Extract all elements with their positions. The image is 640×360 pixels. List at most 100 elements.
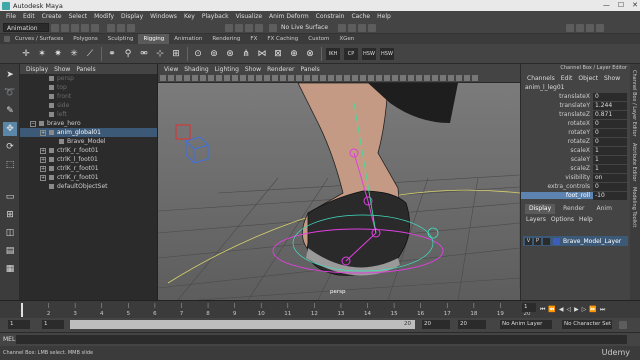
menu-anim-deform[interactable]: Anim Deform [268, 13, 310, 20]
viewport-tool-icon[interactable] [168, 75, 174, 81]
range-slider-bar[interactable]: 20 [70, 320, 415, 329]
attribute-name[interactable]: visibility [521, 174, 593, 181]
tool-settings-icon[interactable] [586, 23, 595, 32]
magnet-icon[interactable] [269, 23, 277, 32]
layer-menu-options[interactable]: Options [551, 216, 574, 223]
viewport-tool-icon[interactable] [312, 75, 318, 81]
undo-icon[interactable] [81, 23, 89, 32]
live-surface-label[interactable]: No Live Surface [281, 24, 328, 31]
attribute-value-field[interactable]: 0 [593, 182, 627, 191]
layer-tab-anim[interactable]: Anim [593, 204, 616, 214]
attribute-row[interactable]: visibility on [521, 173, 630, 182]
go-to-end-icon[interactable]: ⏭ [600, 306, 605, 314]
current-time-marker[interactable] [21, 303, 23, 317]
close-button[interactable]: ✕ [632, 1, 638, 9]
viewport-tool-icon[interactable] [280, 75, 286, 81]
viewport-menu-show[interactable]: Show [245, 66, 261, 73]
menu-constrain[interactable]: Constrain [315, 13, 346, 20]
ikh-tool-icon[interactable]: IKH [326, 47, 340, 60]
viewport-tool-icon[interactable] [384, 75, 390, 81]
outliner-item[interactable]: Brave_Model [20, 137, 157, 146]
attribute-value-field[interactable]: 1 [593, 146, 627, 155]
attribute-value-field[interactable]: 0.871 [593, 110, 627, 119]
side-tab[interactable]: Modeling Toolkit [631, 187, 637, 227]
snap-view-icon[interactable] [255, 23, 263, 32]
snap-grid-icon[interactable] [225, 23, 233, 32]
expand-toggle-icon[interactable]: + [40, 129, 46, 136]
shelf-tab-sculpting[interactable]: Sculpting [103, 34, 139, 44]
viewport-menu-shading[interactable]: Shading [184, 66, 208, 73]
modeling-toolkit-icon[interactable] [566, 23, 575, 32]
viewport-tool-icon[interactable] [176, 75, 182, 81]
viewport-tool-icon[interactable] [272, 75, 278, 81]
attribute-name[interactable]: translateY [521, 102, 593, 109]
paint-weights-icon[interactable]: ⚲ [122, 48, 134, 60]
pole-vector-icon[interactable]: ⋈ [256, 48, 268, 60]
shelf-tab-animation[interactable]: Animation [169, 34, 207, 44]
current-frame-field[interactable]: 1 [522, 303, 536, 312]
mel-input[interactable] [16, 335, 627, 344]
attribute-name[interactable]: rotateY [521, 129, 593, 136]
expand-toggle-icon[interactable]: − [30, 120, 36, 127]
expand-toggle-icon[interactable]: + [40, 147, 46, 154]
attribute-value-field[interactable]: 1 [593, 155, 627, 164]
expand-toggle-icon[interactable]: + [40, 156, 46, 163]
render-settings-icon[interactable] [358, 23, 367, 32]
rotate-tool-icon[interactable]: ⟳ [3, 140, 17, 154]
shelf-tab-fx-caching[interactable]: FX Caching [262, 34, 303, 44]
layer-type-toggle[interactable] [543, 237, 550, 245]
attribute-value-field[interactable]: 1 [593, 164, 627, 173]
outliner-item[interactable]: + ctrlK_l_foot01 [20, 155, 157, 164]
viewport-tool-icon[interactable] [336, 75, 342, 81]
outliner-item[interactable]: + ctrlK_r_foot01 [20, 173, 157, 182]
attribute-editor-icon[interactable] [576, 23, 585, 32]
viewport-tool-icon[interactable] [344, 75, 350, 81]
viewport-menu-renderer[interactable]: Renderer [267, 66, 294, 73]
layer-visibility-toggle[interactable]: V [525, 237, 532, 245]
menu-playback[interactable]: Playback [201, 13, 230, 20]
viewport-tool-icon[interactable] [216, 75, 222, 81]
attribute-name[interactable]: foot_roll [521, 192, 593, 199]
outliner-item[interactable]: persp [20, 74, 157, 83]
anim-layer-dropdown[interactable]: No Anim Layer [500, 320, 552, 329]
attribute-name[interactable]: scaleZ [521, 165, 593, 172]
viewport-tool-icon[interactable] [288, 75, 294, 81]
viewport-tool-icon[interactable] [200, 75, 206, 81]
attribute-row[interactable]: foot_roll -10 [521, 191, 630, 200]
viewport-tool-icon[interactable] [464, 75, 470, 81]
pole-vector-locator[interactable] [427, 227, 439, 239]
side-tab[interactable]: Channel Box / Layer Editor [631, 70, 637, 137]
viewport-menu-lighting[interactable]: Lighting [215, 66, 239, 73]
lattice-icon[interactable]: ⊞ [170, 48, 182, 60]
side-tab[interactable]: Attribute Editor [631, 143, 637, 181]
attribute-row[interactable]: translateY 1.244 [521, 101, 630, 110]
ik-spline-icon[interactable]: ✳ [68, 48, 80, 60]
maximize-button[interactable]: ☐ [618, 1, 624, 9]
viewport-tool-icon[interactable] [376, 75, 382, 81]
layer-tab-render[interactable]: Render [559, 204, 588, 214]
viewport-tool-icon[interactable] [320, 75, 326, 81]
geometry-constraint-icon[interactable]: ⊕ [288, 48, 300, 60]
viewport-tool-icon[interactable] [472, 75, 478, 81]
playback-start-field[interactable]: 1 [42, 320, 64, 329]
point-constraint-icon[interactable]: ⊙ [192, 48, 204, 60]
attribute-name[interactable]: rotateZ [521, 138, 593, 145]
time-slider[interactable]: 1234567891011121314151617181920 ⏮ ⏪ ◀ ◁ … [0, 300, 640, 318]
menu-windows[interactable]: Windows [149, 13, 178, 20]
viewport-tool-icon[interactable] [400, 75, 406, 81]
layer-playback-toggle[interactable]: P [534, 237, 541, 245]
viewport-tool-icon[interactable] [328, 75, 334, 81]
step-back-icon[interactable]: ◀ [559, 306, 564, 314]
layer-menu-help[interactable]: Help [579, 216, 593, 223]
insert-joint-icon[interactable]: ⟋ [84, 48, 96, 60]
scale-tool-icon[interactable]: ⬚ [3, 158, 17, 172]
shelf-tab-xgen[interactable]: XGen [334, 34, 359, 44]
go-to-start-icon[interactable]: ⏮ [540, 306, 545, 314]
viewport-tool-icon[interactable] [440, 75, 446, 81]
attribute-row[interactable]: rotateX 0 [521, 119, 630, 128]
expand-toggle-icon[interactable]: + [40, 165, 46, 172]
menu-create[interactable]: Create [41, 13, 63, 20]
channel-menu-show[interactable]: Show [604, 75, 620, 82]
channel-menu-edit[interactable]: Edit [561, 75, 573, 82]
menu-modify[interactable]: Modify [93, 13, 115, 20]
